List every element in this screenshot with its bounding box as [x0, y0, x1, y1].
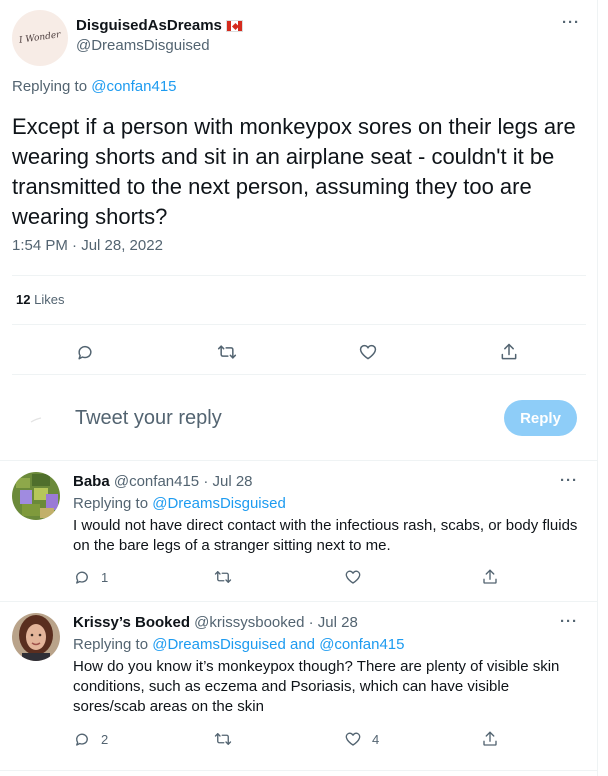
reply-tweet[interactable]: Krissy’s Booked @krissysbooked · Jul 28 …: [0, 602, 598, 776]
replying-to-link[interactable]: @DreamsDisguised: [152, 495, 286, 512]
tweet-text: Except if a person with monkeypox sores …: [12, 114, 576, 229]
more-icon[interactable]: ···: [562, 14, 580, 31]
display-name[interactable]: DisguisedAsDreams: [76, 16, 222, 36]
reply-icon[interactable]: [73, 340, 97, 364]
replying-to: Replying to @DreamsDisguised: [73, 495, 286, 512]
replying-to: Replying to @confan415: [12, 78, 177, 95]
replying-to: Replying to @DreamsDisguised and @confan…: [73, 636, 405, 653]
reply-text: I would not have direct contact with the…: [73, 517, 578, 554]
composer-avatar-icon: [30, 417, 42, 423]
replying-to-link-2[interactable]: @confan415: [319, 636, 404, 653]
likes-count[interactable]: 12 Likes: [16, 292, 64, 307]
canada-flag-icon: [225, 20, 243, 32]
avatar[interactable]: [12, 613, 60, 661]
display-name[interactable]: Baba: [73, 473, 110, 490]
author-block[interactable]: DisguisedAsDreams @DreamsDisguised: [76, 16, 243, 56]
divider: [12, 275, 586, 276]
like-count: 4: [372, 731, 380, 747]
tweet-thread: I Wonder DisguisedAsDreams @DreamsDisgui…: [0, 0, 598, 776]
share-icon[interactable]: [497, 340, 521, 364]
like-icon[interactable]: 4: [344, 730, 379, 748]
reply-button[interactable]: Reply: [504, 400, 577, 436]
retweet-icon[interactable]: [215, 340, 239, 364]
reply-actions: 1: [73, 568, 578, 588]
reply-icon[interactable]: 2: [73, 730, 108, 748]
retweet-icon[interactable]: [214, 568, 242, 586]
reply-input[interactable]: Tweet your reply: [75, 407, 222, 430]
share-icon[interactable]: [481, 568, 499, 586]
reply-count: 1: [101, 569, 109, 585]
reply-actions: 2 4: [73, 730, 578, 750]
reply-count: 2: [101, 731, 109, 747]
timestamp[interactable]: 1:54 PM · Jul 28, 2022: [12, 237, 163, 254]
handle[interactable]: @confan415: [114, 473, 199, 490]
handle[interactable]: @DreamsDisguised: [76, 36, 243, 56]
divider: [12, 374, 586, 375]
share-icon[interactable]: [481, 730, 499, 748]
reply-text: How do you know it’s monkeypox though? T…: [73, 658, 560, 715]
replying-to-link[interactable]: @confan415: [91, 78, 176, 95]
date[interactable]: · Jul 28: [203, 473, 252, 490]
avatar[interactable]: I Wonder: [12, 10, 68, 66]
like-icon[interactable]: [344, 568, 372, 586]
date[interactable]: · Jul 28: [309, 614, 358, 631]
reply-icon[interactable]: 1: [73, 568, 108, 586]
handle[interactable]: @krissysbooked: [194, 614, 304, 631]
display-name[interactable]: Krissy’s Booked: [73, 614, 190, 631]
replying-to-link[interactable]: @DreamsDisguised: [152, 636, 286, 653]
more-icon[interactable]: ···: [560, 613, 578, 630]
avatar-text: I Wonder: [18, 30, 62, 46]
like-icon[interactable]: [356, 340, 380, 364]
reply-composer: Tweet your reply Reply: [0, 390, 598, 450]
reply-tweet[interactable]: Baba @confan415 · Jul 28 ··· Replying to…: [0, 461, 598, 601]
tweet-actions: [0, 340, 598, 364]
more-icon[interactable]: ···: [560, 472, 578, 489]
reply-header: Baba @confan415 · Jul 28: [73, 472, 253, 492]
divider: [0, 770, 598, 771]
reply-header: Krissy’s Booked @krissysbooked · Jul 28: [73, 613, 358, 633]
main-tweet-header: I Wonder DisguisedAsDreams @DreamsDisgui…: [12, 10, 592, 70]
retweet-icon[interactable]: [214, 730, 242, 748]
divider: [12, 324, 586, 325]
avatar[interactable]: [12, 472, 60, 520]
